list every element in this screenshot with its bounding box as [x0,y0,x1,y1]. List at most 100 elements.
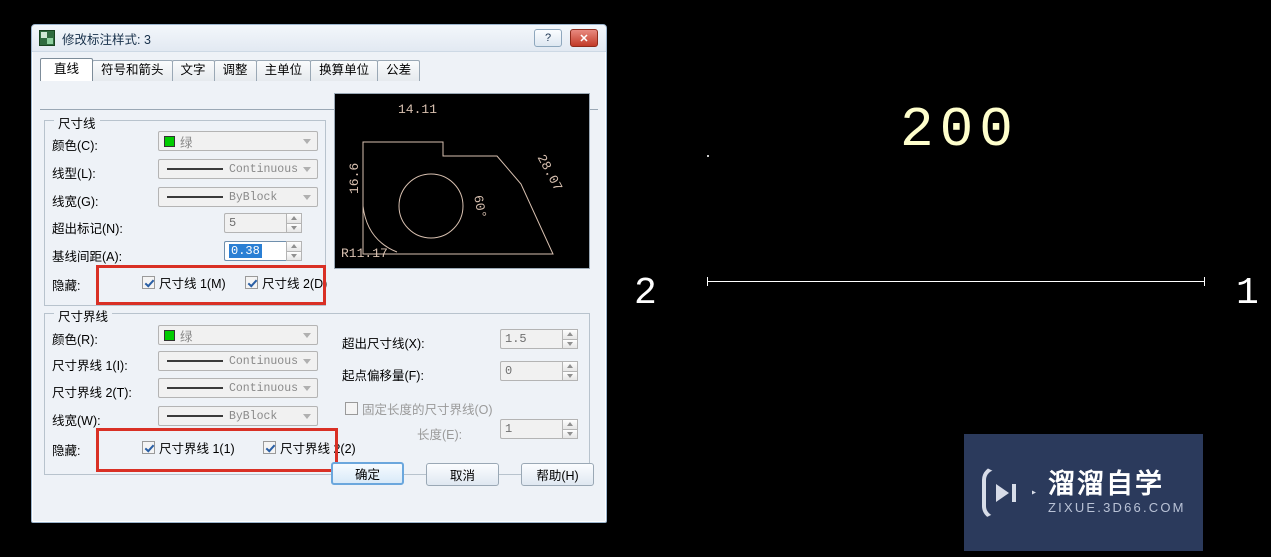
chevron-down-icon [303,332,311,338]
extline-length-spinner[interactable]: 1 [500,419,578,439]
dimline-color-combo[interactable]: 绿 [158,131,318,151]
dimline-hide-1-checkbox[interactable]: 尺寸线 1(M) [142,273,226,292]
cad-dimension-text: 200 [900,98,1019,162]
color-swatch-green [164,329,175,341]
dimline-lineweight-value: ByBlock [229,190,278,204]
tab-fit[interactable]: 调整 [213,60,257,81]
spinner-down-button[interactable] [286,251,302,261]
checkbox-box [345,402,358,415]
spinner-down-button[interactable] [286,223,302,233]
dimline-hide-2-label: 尺寸线 2(D) [262,277,328,291]
tab-text[interactable]: 文字 [171,60,215,81]
dimline-hide-1-label: 尺寸线 1(M) [159,277,226,291]
tab-symbols-arrows[interactable]: 符号和箭头 [92,60,173,81]
dimline-baseline-spinner[interactable]: 0.38 [224,241,302,261]
extline-2-combo[interactable]: Continuous [158,378,318,398]
tab-bar: 直线 符号和箭头 文字 调整 主单位 换算单位 公差 [40,58,606,81]
spinner-down-button[interactable] [562,429,578,439]
spinner-down-button[interactable] [562,371,578,381]
line-sample [167,387,223,389]
extline-2-label: 尺寸界线 2(T): [52,386,132,400]
cad-dimension-line [707,281,1205,282]
cad-tick-left [707,277,708,286]
spinner-up-button[interactable] [562,419,578,430]
extline-1-value: Continuous [229,354,299,368]
dimline-lineweight-combo[interactable]: ByBlock [158,187,318,207]
line-sample [167,196,223,198]
dimline-baseline-value: 0.38 [229,244,262,258]
cad-point-label-left: 2 [634,272,657,315]
checkbox-box [142,441,155,454]
checkbox-box [263,441,276,454]
extline-offset-spinner[interactable]: 0 [500,361,578,381]
extline-lineweight-combo[interactable]: ByBlock [158,406,318,426]
extline-1-label: 尺寸界线 1(I): [52,359,128,373]
ok-button[interactable]: 确定 [331,462,404,485]
extline-color-combo[interactable]: 绿 [158,325,318,345]
dimension-style-icon [39,30,55,46]
chevron-down-icon [303,385,311,391]
extline-beyond-label: 超出尺寸线(X): [342,337,425,351]
dimline-linetype-combo[interactable]: Continuous [158,159,318,179]
tab-primary-units[interactable]: 主单位 [255,60,312,81]
extline-lineweight-value: ByBlock [229,409,278,423]
preview-dim-left: 16.6 [347,162,362,194]
cad-point-label-right: 1 [1236,272,1259,315]
chevron-down-icon [303,138,311,144]
extline-hide-1-checkbox[interactable]: 尺寸界线 1(1) [142,438,235,457]
color-swatch-green [164,135,175,147]
tab-tolerances[interactable]: 公差 [377,60,421,81]
extline-hide-2-label: 尺寸界线 2(2) [280,442,356,456]
spinner-up-button[interactable] [562,361,578,372]
spinner-up-button[interactable] [562,329,578,340]
chevron-down-icon [303,166,311,172]
line-sample [167,415,223,417]
dimline-baseline-input[interactable]: 0.38 [224,241,286,261]
tab-lines[interactable]: 直线 [40,58,94,81]
extline-offset-input[interactable]: 0 [500,361,562,381]
cad-point-marker [707,155,709,157]
spinner-down-button[interactable] [562,339,578,349]
help-button[interactable]: 帮助(H) [521,463,594,486]
preview-dim-radius: R11.17 [341,246,388,261]
spinner-up-button[interactable] [286,241,302,252]
line-sample [167,360,223,362]
spinner-up-button[interactable] [286,213,302,224]
extline-length-input[interactable]: 1 [500,419,562,439]
dimline-lineweight-label: 线宽(G): [52,195,99,209]
line-sample [167,168,223,170]
extline-offset-label: 起点偏移量(F): [342,369,424,383]
extline-1-combo[interactable]: Continuous [158,351,318,371]
extline-lineweight-label: 线宽(W): [52,414,101,428]
chevron-down-icon [303,358,311,364]
extline-beyond-spinner[interactable]: 1.5 [500,329,578,349]
extline-hide-label: 隐藏: [52,444,81,458]
extline-hide-2-checkbox[interactable]: 尺寸界线 2(2) [263,438,356,457]
extline-color-value: 绿 [180,329,193,344]
cancel-button[interactable]: 取消 [426,463,499,486]
dialog-title: 修改标注样式: 3 [62,32,151,47]
close-button[interactable]: ✕ [570,29,598,47]
extline-length-label: 长度(E): [417,428,463,442]
extension-line-group-title: 尺寸界线 [54,306,113,325]
extline-color-label: 颜色(R): [52,333,98,347]
dimline-hide-label: 隐藏: [52,279,81,293]
fixed-length-checkbox[interactable]: 固定长度的尺寸界线(O) [345,399,493,418]
play-logo-icon [982,465,1036,520]
dimline-hide-2-checkbox[interactable]: 尺寸线 2(D) [245,273,327,292]
cad-tick-right [1204,277,1205,286]
fixed-length-label: 固定长度的尺寸界线(O) [362,403,493,417]
tab-alternate-units[interactable]: 换算单位 [310,60,379,81]
dialog-titlebar[interactable]: 修改标注样式: 3 ? ✕ [32,25,606,52]
chevron-down-icon [303,194,311,200]
dimline-color-value: 绿 [180,135,193,150]
help-titlebar-button[interactable]: ? [534,29,562,47]
checkbox-box [142,276,155,289]
watermark-logo: 溜溜自学 ZIXUE.3D66.COM [964,434,1203,551]
extline-beyond-input[interactable]: 1.5 [500,329,562,349]
dimline-linetype-label: 线型(L): [52,167,96,181]
dimline-extend-spinner[interactable]: 5 [224,213,302,233]
extline-2-value: Continuous [229,381,299,395]
watermark-url: ZIXUE.3D66.COM [1048,500,1186,515]
dimline-extend-input[interactable]: 5 [224,213,286,233]
